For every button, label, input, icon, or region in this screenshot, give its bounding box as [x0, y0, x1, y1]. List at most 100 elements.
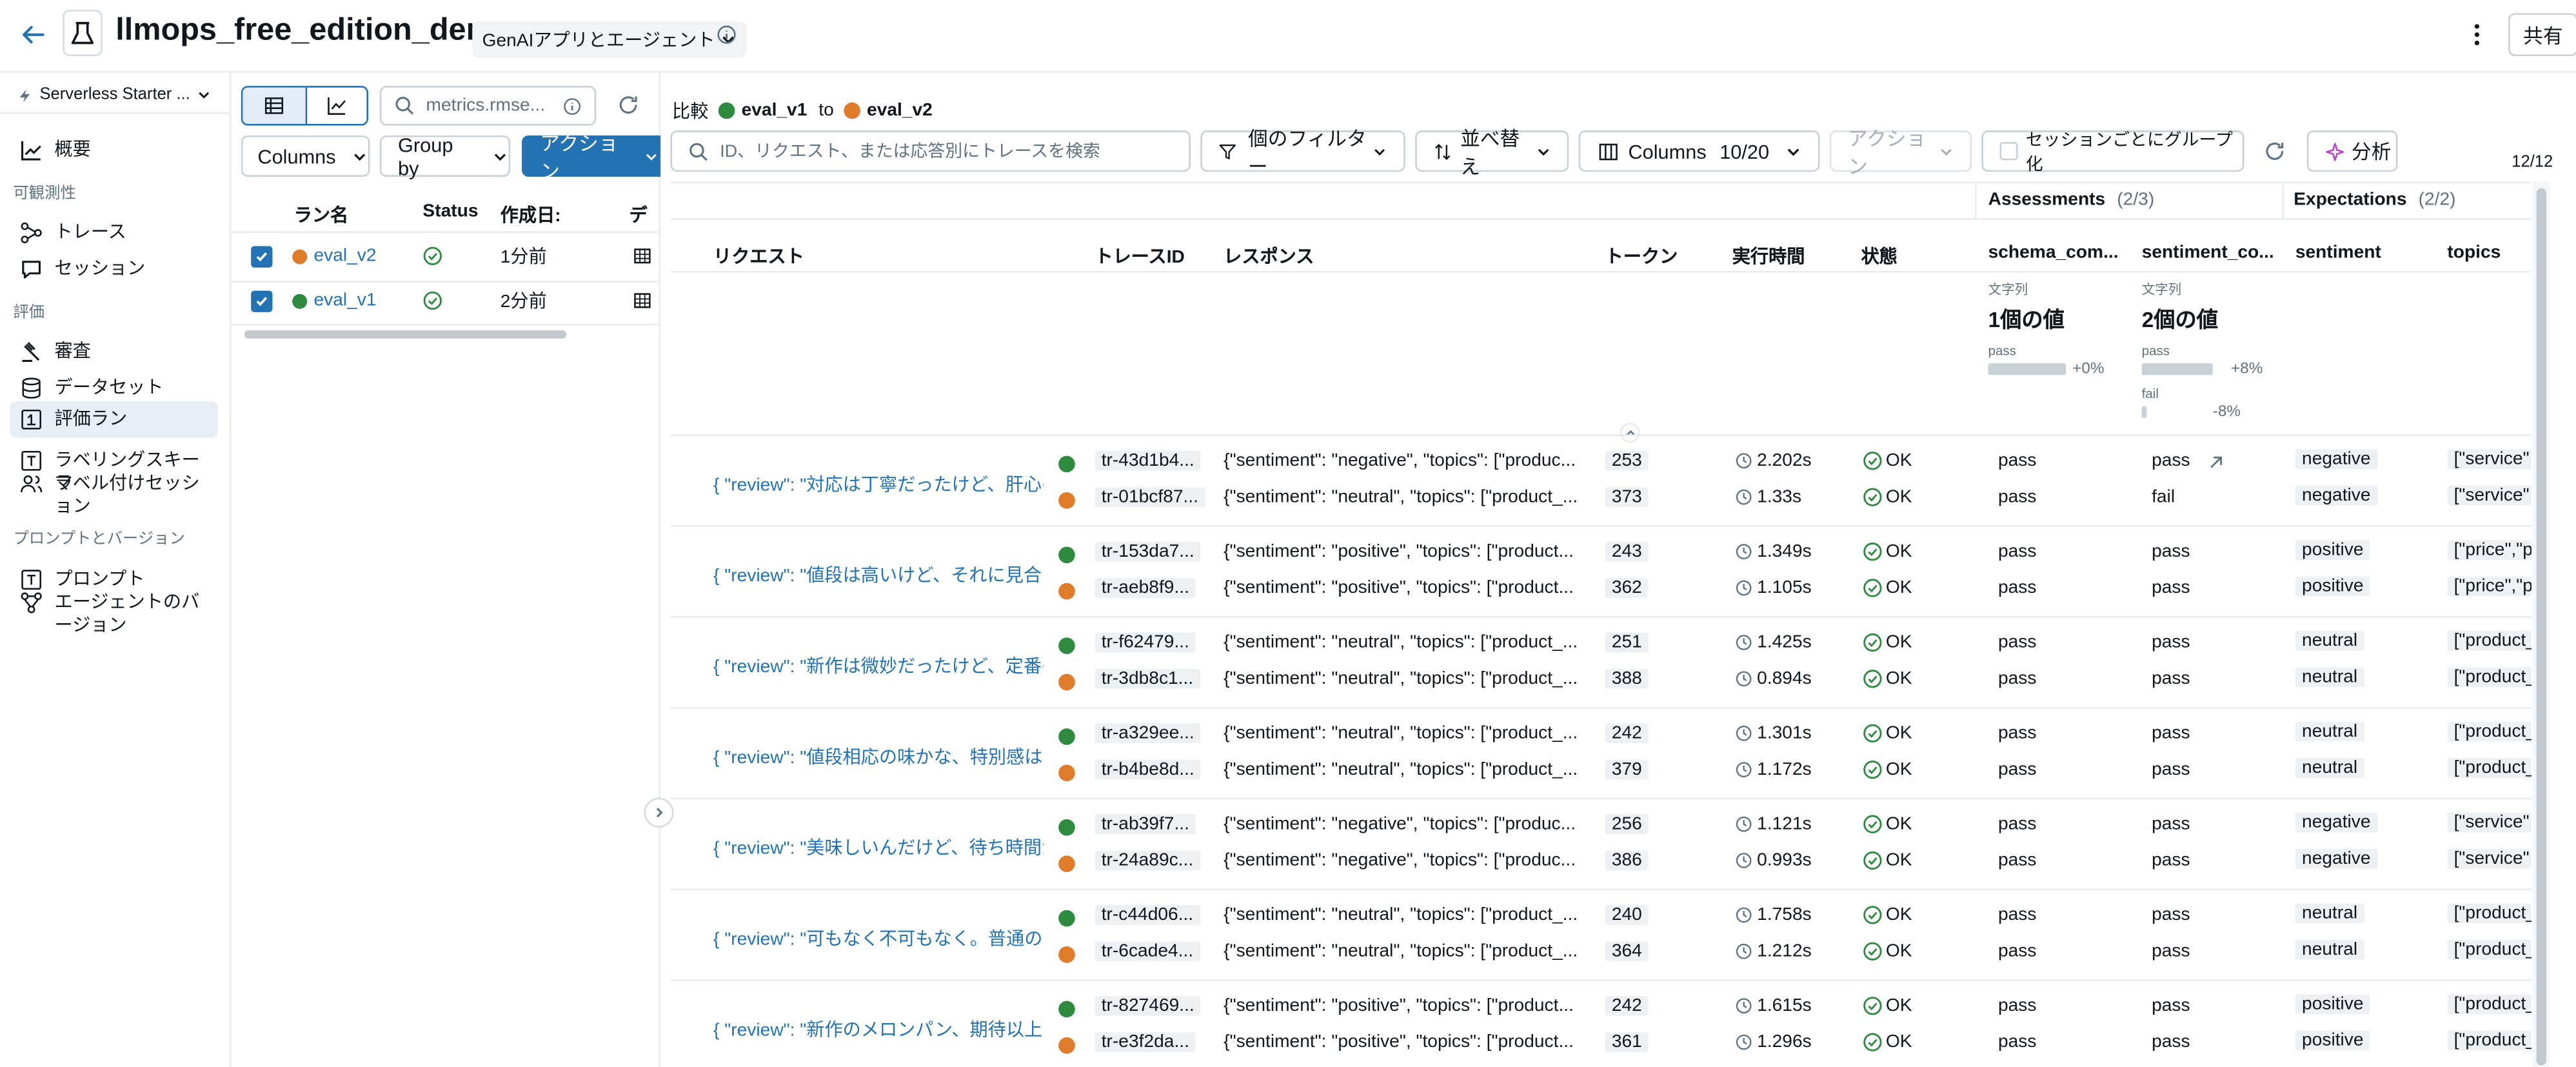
response-text[interactable]: {"sentiment": "positive", "topics": ["pr… [1224, 542, 1583, 562]
trace-row-group[interactable]: { "review": "可もなく不可もなく。普通のパ... tr-c44d06.… [660, 890, 2531, 981]
sentiment-co-value[interactable]: pass [2152, 578, 2190, 598]
response-text[interactable]: {"sentiment": "negative", "topics": ["pr… [1224, 851, 1583, 871]
run-row[interactable]: eval_v2 1分前 [231, 238, 660, 274]
sentiment-co-value[interactable]: pass [2152, 941, 2190, 961]
horizontal-scrollbar[interactable] [244, 330, 567, 339]
trace-id[interactable]: tr-6cade4... [1095, 941, 1200, 962]
col-exec-time[interactable]: 実行時間 [1732, 243, 1805, 269]
sidebar-item-judges[interactable]: 審査 [10, 334, 218, 370]
sentiment-co-value[interactable]: fail [2152, 487, 2175, 507]
sidebar-item-overview[interactable]: 概要 [10, 132, 218, 168]
trace-row-group[interactable]: { "review": "値段は高いけど、それに見合う... tr-153da7.… [660, 527, 2531, 618]
response-text[interactable]: {"sentiment": "negative", "topics": ["pr… [1224, 451, 1583, 471]
trace-id[interactable]: tr-3db8c1... [1095, 668, 1200, 689]
trace-id[interactable]: tr-b4be8d... [1095, 759, 1202, 780]
app-type-dropdown[interactable]: GenAIアプリとエージェント [472, 21, 747, 58]
schema-value[interactable]: pass [1998, 451, 2037, 471]
request-link[interactable]: { "review": "美味しいんだけど、待ち時間が... [713, 834, 1044, 861]
sentiment-co-value[interactable]: pass [2152, 905, 2190, 925]
response-text[interactable]: {"sentiment": "neutral", "topics": ["pro… [1224, 723, 1583, 743]
info-icon[interactable] [563, 97, 581, 115]
trace-id[interactable]: tr-f62479... [1095, 632, 1196, 653]
sentiment-co-value[interactable]: pass [2152, 996, 2190, 1016]
response-text[interactable]: {"sentiment": "neutral", "topics": ["pro… [1224, 487, 1583, 507]
info-icon[interactable] [717, 25, 737, 45]
group-checkbox[interactable] [1999, 142, 2017, 161]
sort-button[interactable]: 並べ替え [1415, 126, 1569, 177]
action-button[interactable]: アクション [522, 132, 661, 183]
sentiment-co-value[interactable]: pass [2152, 542, 2190, 562]
col-response[interactable]: レスポンス [1224, 243, 1314, 269]
trace-row-group[interactable]: { "review": "値段相応の味かな、特別感はな... tr-a329ee.… [660, 708, 2531, 800]
response-text[interactable]: {"sentiment": "neutral", "topics": ["pro… [1224, 905, 1583, 925]
schema-value[interactable]: pass [1998, 760, 2037, 780]
refresh-icon[interactable] [2264, 141, 2285, 162]
sidebar-item-eval-runs[interactable]: 評価ラン [10, 401, 218, 438]
schema-value[interactable]: pass [1998, 814, 2037, 834]
response-text[interactable]: {"sentiment": "neutral", "topics": ["pro… [1224, 941, 1583, 961]
group-by-button[interactable]: Group by [379, 133, 511, 179]
col-status[interactable]: Status [422, 201, 478, 221]
vertical-scrollbar[interactable] [2533, 181, 2550, 1067]
response-text[interactable]: {"sentiment": "neutral", "topics": ["pro… [1224, 633, 1583, 653]
sentiment-co-value[interactable]: pass [2152, 760, 2190, 780]
run-checkbox[interactable] [251, 245, 273, 267]
schema-value[interactable]: pass [1998, 578, 2037, 598]
trace-id[interactable]: tr-01bcf87... [1095, 487, 1205, 508]
analyze-button[interactable]: 分析 [2306, 130, 2398, 172]
sentiment-co-value[interactable]: pass [2152, 851, 2190, 871]
sentiment-co-value[interactable]: pass [2152, 669, 2190, 689]
trace-row-group[interactable]: { "review": "美味しいんだけど、待ち時間が... tr-ab39f7.… [660, 799, 2531, 891]
run-checkbox[interactable] [251, 290, 273, 312]
request-link[interactable]: { "review": "新作は微妙だったけど、定番の... [713, 652, 1044, 679]
col-sentiment[interactable]: sentiment [2295, 243, 2381, 263]
sidebar-item-labeling-sessions[interactable]: ラベル付けセッション [10, 466, 218, 525]
external-link-icon[interactable] [2208, 454, 2224, 471]
sidebar-item-sessions[interactable]: セッション [10, 251, 218, 287]
trace-id[interactable]: tr-827469... [1095, 995, 1202, 1016]
sentiment-co-value[interactable]: pass [2152, 814, 2190, 834]
response-text[interactable]: {"sentiment": "neutral", "topics": ["pro… [1224, 669, 1583, 689]
run-name-link[interactable]: eval_v2 [313, 246, 376, 266]
back-arrow-icon[interactable] [20, 21, 46, 48]
response-text[interactable]: {"sentiment": "neutral", "topics": ["pro… [1224, 760, 1583, 780]
request-link[interactable]: { "review": "値段相応の味かな、特別感はな... [713, 743, 1044, 770]
schema-value[interactable]: pass [1998, 1032, 2037, 1052]
action-button-disabled[interactable]: アクション [1829, 126, 1972, 177]
col-sentiment-co[interactable]: sentiment_co... [2142, 243, 2274, 263]
schema-value[interactable]: pass [1998, 487, 2037, 507]
sentiment-co-value[interactable]: pass [2152, 451, 2190, 471]
sentiment-co-value[interactable]: pass [2152, 723, 2190, 743]
response-text[interactable]: {"sentiment": "negative", "topics": ["pr… [1224, 814, 1583, 834]
sentiment-co-value[interactable]: pass [2152, 1032, 2190, 1052]
schema-value[interactable]: pass [1998, 633, 2037, 653]
scrollbar-thumb[interactable] [2536, 188, 2546, 1066]
sidebar-item-traces[interactable]: トレース [10, 215, 218, 251]
runs-search-input[interactable]: metrics.rmse... [379, 86, 597, 126]
refresh-icon[interactable] [618, 94, 639, 115]
col-topics[interactable]: topics [2447, 243, 2501, 263]
schema-value[interactable]: pass [1998, 941, 2037, 961]
workspace-selector[interactable]: Serverless Starter ... [17, 86, 212, 104]
col-run-name[interactable]: ラン名 [294, 201, 348, 228]
trace-id[interactable]: tr-c44d06... [1095, 905, 1200, 925]
trace-id[interactable]: tr-e3f2da... [1095, 1032, 1196, 1052]
col-request[interactable]: リクエスト [713, 243, 804, 269]
kebab-menu-icon[interactable] [2470, 21, 2483, 48]
schema-value[interactable]: pass [1998, 669, 2037, 689]
schema-value[interactable]: pass [1998, 905, 2037, 925]
col-state[interactable]: 状態 [1861, 243, 1897, 269]
trace-row-group[interactable]: { "review": "対応は丁寧だったけど、肝心の... tr-43d1b4.… [660, 436, 2531, 527]
response-text[interactable]: {"sentiment": "positive", "topics": ["pr… [1224, 996, 1583, 1016]
sentiment-co-value[interactable]: pass [2152, 633, 2190, 653]
schema-value[interactable]: pass [1998, 723, 2037, 743]
sidebar-item-agent-versions[interactable]: エージェントのバージョン [10, 584, 218, 644]
group-by-session-toggle[interactable]: セッションごとにグループ化 [1981, 130, 2244, 174]
columns-selector[interactable]: Columns 10/20 [1578, 130, 1820, 172]
trace-id[interactable]: tr-24a89c... [1095, 850, 1200, 871]
col-created[interactable]: 作成日: [500, 201, 561, 228]
trace-id[interactable]: tr-153da7... [1095, 541, 1202, 562]
trace-id[interactable]: tr-43d1b4... [1095, 450, 1202, 471]
trace-search-input[interactable]: ID、リクエスト、または応答別にトレースを検索 [670, 130, 1191, 172]
col-tokens[interactable]: トークン [1605, 243, 1678, 269]
